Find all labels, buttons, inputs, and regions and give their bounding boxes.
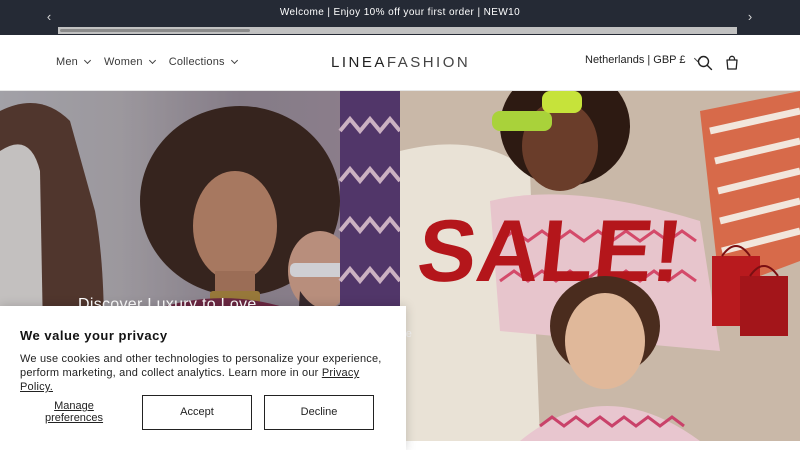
chevron-down-icon xyxy=(148,56,156,65)
sale-fashion-image: SALE! xyxy=(400,91,800,441)
horizontal-scrollbar[interactable] xyxy=(58,27,737,34)
main-nav: Men Women Collections xyxy=(56,56,238,68)
country-currency-selector[interactable]: Netherlands | GBP £ xyxy=(585,54,701,66)
cookie-consent-banner: We value your privacy We use cookies and… xyxy=(0,306,406,450)
nav-item-women[interactable]: Women xyxy=(104,56,156,68)
cookie-title: We value your privacy xyxy=(20,328,168,343)
scrollbar-thumb[interactable] xyxy=(60,29,250,32)
cart-icon[interactable] xyxy=(723,54,741,72)
accept-button[interactable]: Accept xyxy=(142,395,252,430)
nav-item-label: Collections xyxy=(168,56,225,68)
announcement-bar: ‹ Welcome | Enjoy 10% off your first ord… xyxy=(0,0,800,35)
cookie-description: We use cookies and other technologies to… xyxy=(20,352,390,394)
chevron-down-icon xyxy=(83,56,92,65)
nav-item-collections[interactable]: Collections xyxy=(168,56,238,68)
nav-item-label: Women xyxy=(104,56,143,68)
logo-text-light: FASHION xyxy=(386,54,471,71)
locale-label: Netherlands | GBP £ xyxy=(585,54,686,66)
logo-text-bold: LINEA xyxy=(331,54,387,71)
announcement-message: Welcome | Enjoy 10% off your first order… xyxy=(279,7,521,18)
site-header: Men Women Collections LINEAFASHION Nethe… xyxy=(0,35,800,91)
decline-button[interactable]: Decline xyxy=(264,395,374,430)
chevron-right-icon[interactable]: › xyxy=(742,9,758,25)
nav-item-men[interactable]: Men xyxy=(56,56,92,68)
site-logo[interactable]: LINEAFASHION xyxy=(331,54,470,71)
search-icon[interactable] xyxy=(696,54,714,72)
manage-preferences-link[interactable]: Manage preferences xyxy=(24,400,124,424)
sale-graphic-text: SALE! xyxy=(413,201,687,300)
nav-item-label: Men xyxy=(56,56,78,68)
hero-image-right: SALE! xyxy=(400,91,800,441)
chevron-down-icon xyxy=(230,56,238,65)
